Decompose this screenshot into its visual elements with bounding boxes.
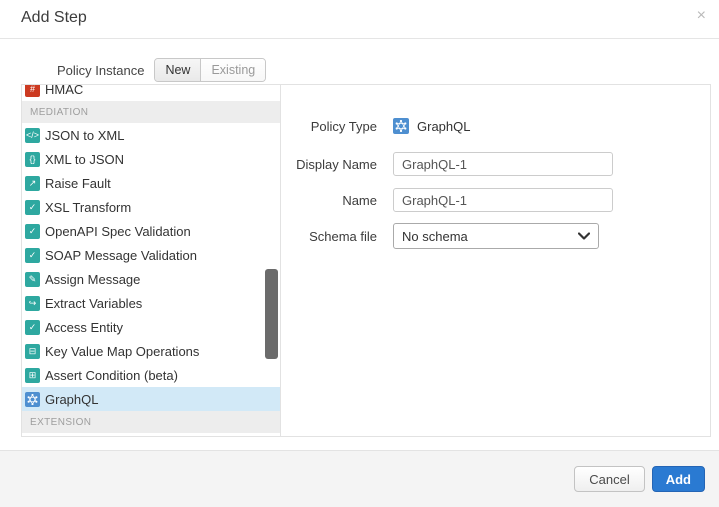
- policy-list: # HMAC MEDIATION </> JSON to XML {} XML …: [22, 85, 281, 436]
- list-item-label: Assert Condition (beta): [45, 368, 178, 383]
- access-entity-icon: ✓: [25, 320, 40, 335]
- hmac-icon: #: [25, 85, 40, 97]
- list-item-label: Access Entity: [45, 320, 123, 335]
- dialog-footer: Cancel Add: [0, 450, 719, 507]
- list-item-label: HMAC: [45, 85, 83, 97]
- key-value-map-icon: ⊟: [25, 344, 40, 359]
- list-item-key-value-map-operations[interactable]: ⊟ Key Value Map Operations: [22, 339, 280, 363]
- list-item-hmac[interactable]: # HMAC: [22, 85, 280, 101]
- list-item-label: XSL Transform: [45, 200, 131, 215]
- list-item-label: Raise Fault: [45, 176, 111, 191]
- list-item-label: Extract Variables: [45, 296, 142, 311]
- extract-variables-icon: ↪: [25, 296, 40, 311]
- list-item-soap-message-validation[interactable]: ✓ SOAP Message Validation: [22, 243, 280, 267]
- graphql-policy-type-icon: [393, 118, 409, 134]
- list-item-label: XML to JSON: [45, 152, 124, 167]
- schema-file-row: Schema file No schema: [281, 223, 710, 249]
- toggle-new-button[interactable]: New: [155, 59, 201, 81]
- policy-type-row: Policy Type GraphQL: [281, 113, 710, 139]
- toggle-existing-button[interactable]: Existing: [201, 59, 265, 81]
- list-item-graphql[interactable]: GraphQL: [22, 387, 280, 411]
- list-scrollbar-thumb[interactable]: [265, 269, 278, 359]
- section-header-mediation: MEDIATION: [22, 101, 280, 123]
- chevron-down-icon: [578, 232, 590, 240]
- name-label: Name: [281, 193, 377, 208]
- list-item-label: JSON to XML: [45, 128, 124, 143]
- policy-type-label: Policy Type: [281, 119, 377, 134]
- dialog-title: Add Step: [21, 9, 87, 27]
- list-item-assert-condition[interactable]: ⊞ Assert Condition (beta): [22, 363, 280, 387]
- list-item-assign-message[interactable]: ✎ Assign Message: [22, 267, 280, 291]
- display-name-input[interactable]: [393, 152, 613, 176]
- policy-type-value: GraphQL: [417, 119, 470, 134]
- list-item-extract-variables[interactable]: ↪ Extract Variables: [22, 291, 280, 315]
- add-step-content: # HMAC MEDIATION </> JSON to XML {} XML …: [21, 84, 711, 437]
- list-item-xsl-transform[interactable]: ✓ XSL Transform: [22, 195, 280, 219]
- list-item-access-entity[interactable]: ✓ Access Entity: [22, 315, 280, 339]
- schema-file-selected-value: No schema: [402, 229, 468, 244]
- list-item-raise-fault[interactable]: ↗ Raise Fault: [22, 171, 280, 195]
- list-item-xml-to-json[interactable]: {} XML to JSON: [22, 147, 280, 171]
- display-name-row: Display Name: [281, 151, 710, 177]
- list-item-json-to-xml[interactable]: </> JSON to XML: [22, 123, 280, 147]
- soap-validation-icon: ✓: [25, 248, 40, 263]
- add-button[interactable]: Add: [652, 466, 705, 492]
- close-icon[interactable]: ×: [697, 7, 706, 25]
- list-item-label: SOAP Message Validation: [45, 248, 197, 263]
- list-item-label: Key Value Map Operations: [45, 344, 199, 359]
- name-row: Name: [281, 187, 710, 213]
- dialog-header: Add Step ×: [0, 0, 719, 39]
- schema-file-label: Schema file: [281, 229, 377, 244]
- list-item-label: GraphQL: [45, 392, 98, 407]
- display-name-label: Display Name: [281, 157, 377, 172]
- schema-file-select[interactable]: No schema: [393, 223, 599, 249]
- policy-instance-row: Policy Instance New Existing: [57, 57, 266, 83]
- policy-instance-toggle: New Existing: [154, 58, 266, 82]
- raise-fault-icon: ↗: [25, 176, 40, 191]
- json-to-xml-icon: </>: [25, 128, 40, 143]
- assign-message-icon: ✎: [25, 272, 40, 287]
- graphql-icon: [25, 392, 40, 407]
- cancel-button[interactable]: Cancel: [574, 466, 644, 492]
- policy-instance-label: Policy Instance: [57, 63, 144, 78]
- xsl-transform-icon: ✓: [25, 200, 40, 215]
- section-header-extension: EXTENSION: [22, 411, 280, 433]
- list-item-label: OpenAPI Spec Validation: [45, 224, 191, 239]
- name-input[interactable]: [393, 188, 613, 212]
- openapi-validation-icon: ✓: [25, 224, 40, 239]
- list-item-openapi-spec-validation[interactable]: ✓ OpenAPI Spec Validation: [22, 219, 280, 243]
- list-item-label: Assign Message: [45, 272, 140, 287]
- policy-form: Policy Type GraphQL Display Name: [281, 85, 710, 436]
- assert-condition-icon: ⊞: [25, 368, 40, 383]
- xml-to-json-icon: {}: [25, 152, 40, 167]
